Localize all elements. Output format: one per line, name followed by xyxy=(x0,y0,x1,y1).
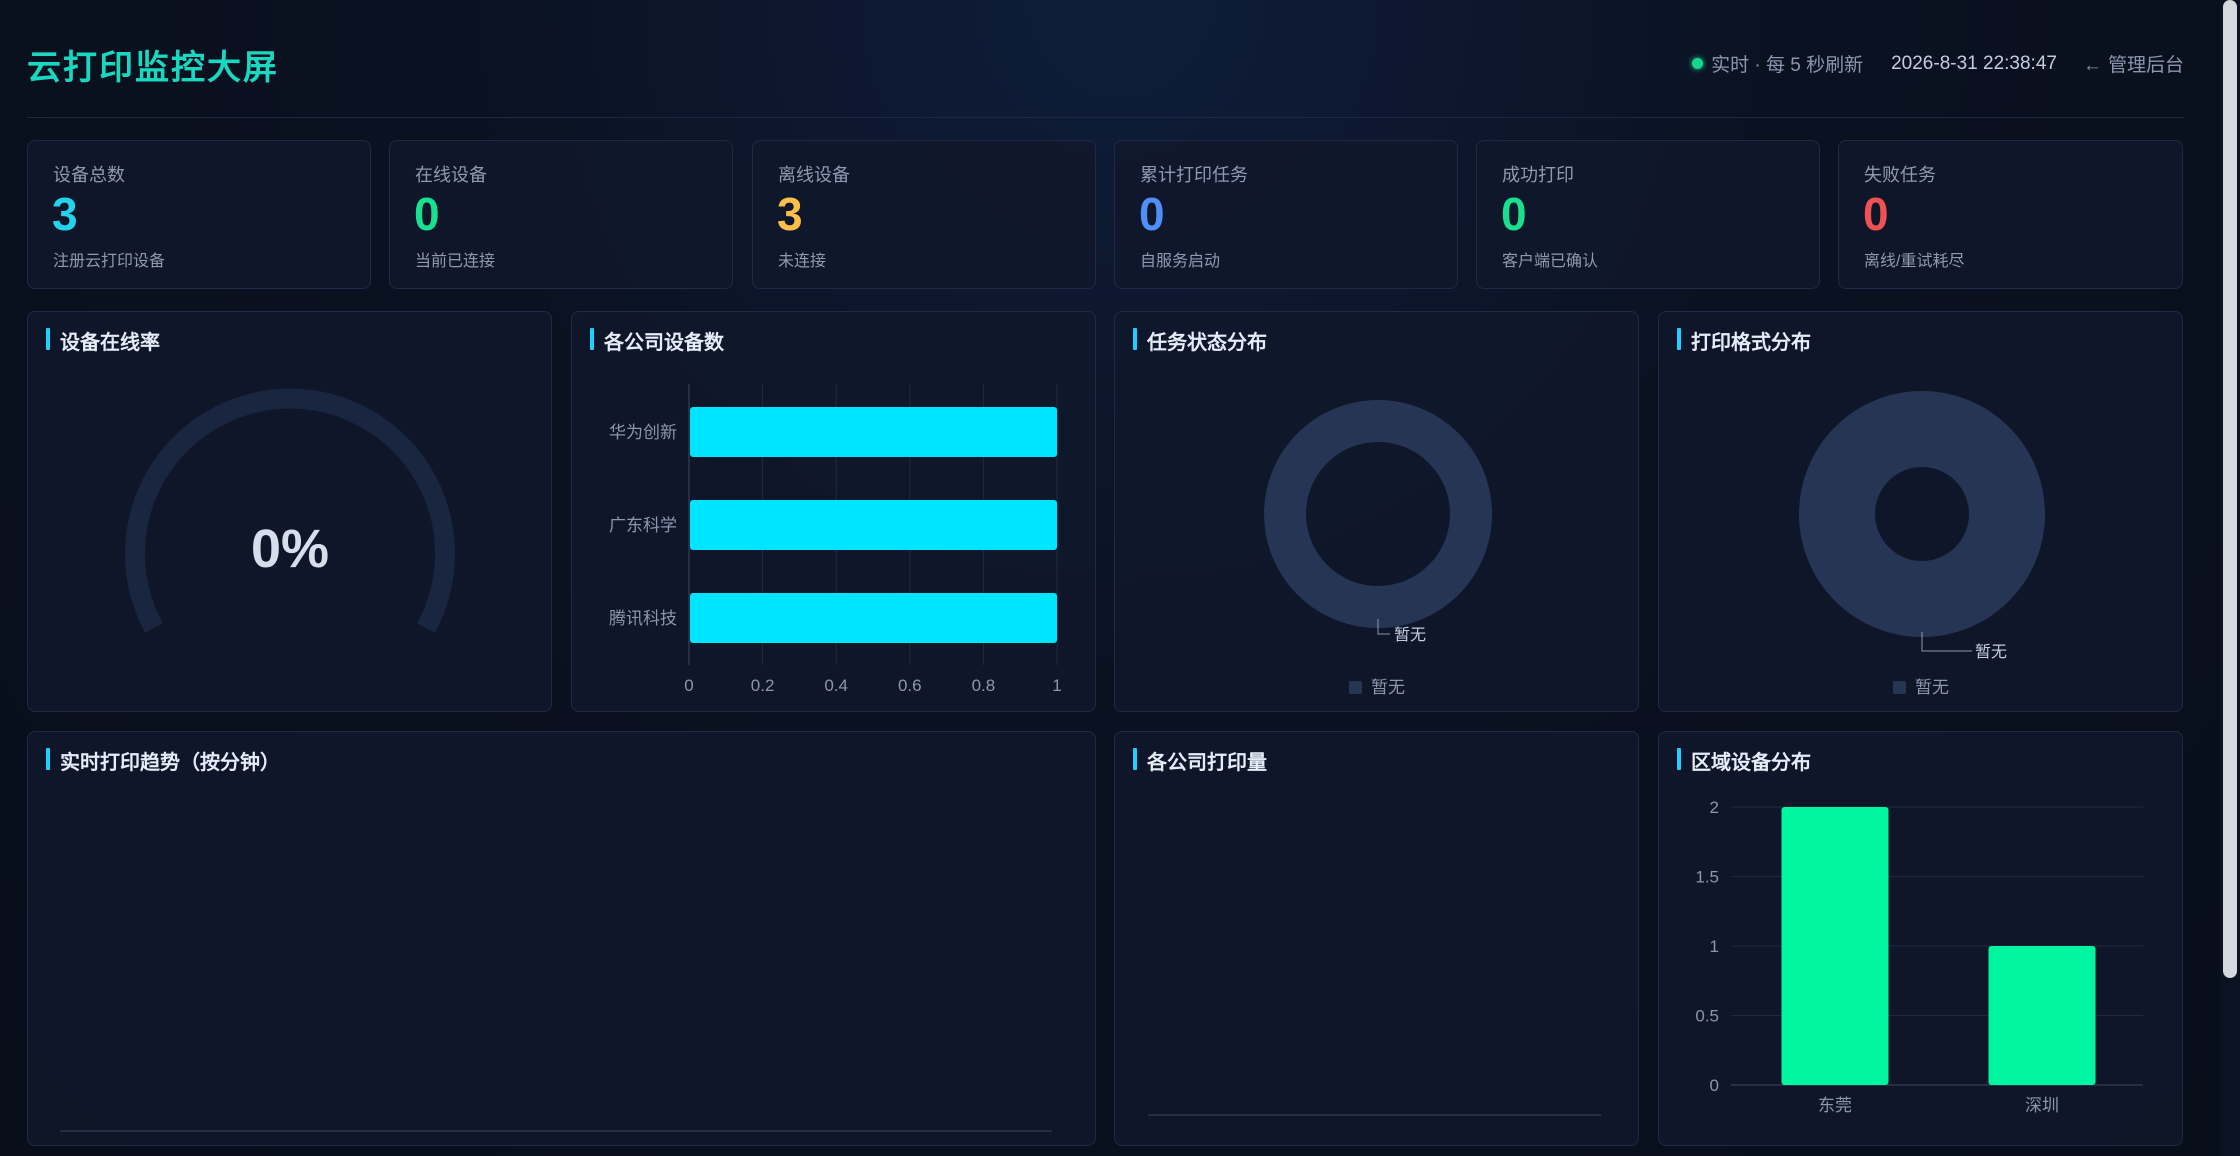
stat-value: 3 xyxy=(777,188,803,240)
x-tick-label: 0.8 xyxy=(972,676,996,695)
y-tick-label: 1 xyxy=(1710,937,1719,956)
region-devices-chart: 0 0.5 1 1.5 2 东莞 深圳 xyxy=(1695,798,2143,1115)
category-label: 东莞 xyxy=(1818,1096,1852,1115)
x-tick-label: 0.2 xyxy=(751,676,775,695)
bar xyxy=(1988,946,2096,1085)
panel-company-prints: 各公司打印量 xyxy=(1114,731,1639,1146)
stat-sub: 离线/重试耗尽 xyxy=(1864,253,1965,270)
panel-realtime-trend: 实时打印趋势（按分钟） xyxy=(27,731,1096,1146)
stat-value: 0 xyxy=(1501,188,1527,240)
stat-label: 在线设备 xyxy=(415,165,487,185)
bar xyxy=(690,500,1057,550)
bar xyxy=(1781,807,1889,1085)
stat-label: 设备总数 xyxy=(53,165,125,185)
online-rate-gauge: 0% xyxy=(125,388,455,633)
stat-card-failed-tasks: 失败任务 0 离线/重试耗尽 xyxy=(1838,140,2183,289)
live-refresh-text: 实时 · 每 5 秒刷新 xyxy=(1711,55,1864,76)
company-devices-chart: 0 0.2 0.4 0.6 0.8 1 华为创新广东科学腾讯科技 xyxy=(609,384,1062,695)
trend-chart xyxy=(60,1130,1052,1132)
x-tick-label: 0.4 xyxy=(824,676,848,695)
x-tick-label: 0 xyxy=(684,676,693,695)
legend-swatch xyxy=(1893,681,1906,694)
panel-company-devices: 各公司设备数 0 0.2 0.4 0.6 0.8 1 华为创新 广东科学 腾讯科技 xyxy=(571,311,1096,712)
donut-empty-label: 暂无 xyxy=(1394,626,1426,644)
arrow-left-icon: ← xyxy=(2082,55,2102,76)
stat-card-total-devices: 设备总数 3 注册云打印设备 xyxy=(27,140,371,289)
stat-value: 3 xyxy=(52,188,78,240)
stat-label: 离线设备 xyxy=(778,165,850,185)
y-tick-label: 1.5 xyxy=(1695,868,1719,887)
legend-label: 暂无 xyxy=(1371,678,1405,697)
bar xyxy=(690,593,1057,643)
stat-card-total-tasks: 累计打印任务 0 自服务启动 xyxy=(1114,140,1458,289)
x-tick-label: 0.6 xyxy=(898,676,922,695)
admin-link-label: 管理后台 xyxy=(2107,55,2184,76)
page-title: 云打印监控大屏 xyxy=(27,49,279,87)
header: 云打印监控大屏 实时 · 每 5 秒刷新 2026-8-31 22:38:47 … xyxy=(27,0,2184,118)
stat-card-success-prints: 成功打印 0 客户端已确认 xyxy=(1476,140,1820,289)
category-label: 华为创新 xyxy=(609,423,677,442)
panel-task-status: 任务状态分布 暂无 暂无 xyxy=(1114,311,1639,712)
header-status-bar: 实时 · 每 5 秒刷新 2026-8-31 22:38:47 ← 管理后台 xyxy=(1692,50,2184,77)
donut-empty-ring xyxy=(1799,391,2045,637)
donut-empty-ring xyxy=(1264,400,1492,628)
category-label: 广东科学 xyxy=(609,516,677,535)
stat-label: 累计打印任务 xyxy=(1140,165,1248,185)
y-tick-label: 0.5 xyxy=(1695,1007,1719,1026)
admin-back-link[interactable]: ← 管理后台 xyxy=(2083,50,2184,77)
panel-region-devices: 区域设备分布 0 0.5 1 1.5 2 东莞 深圳 xyxy=(1658,731,2183,1146)
category-label: 深圳 xyxy=(2025,1096,2059,1115)
y-tick-label: 2 xyxy=(1710,798,1719,817)
current-datetime: 2026-8-31 22:38:47 xyxy=(1891,52,2057,74)
scrollbar-thumb[interactable] xyxy=(2223,0,2237,978)
page-scrollbar[interactable] xyxy=(2220,0,2240,1156)
stat-card-online-devices: 在线设备 0 当前已连接 xyxy=(389,140,733,289)
donut-empty-label: 暂无 xyxy=(1975,643,2007,661)
panel-print-format: 打印格式分布 暂无 暂无 xyxy=(1658,311,2183,712)
stat-value: 0 xyxy=(414,188,440,240)
stat-sub: 注册云打印设备 xyxy=(53,253,166,270)
legend-label: 暂无 xyxy=(1915,678,1949,697)
stat-card-offline-devices: 离线设备 3 未连接 xyxy=(752,140,1096,289)
category-label: 腾讯科技 xyxy=(609,609,677,628)
gauge-value: 0% xyxy=(251,519,329,579)
task-status-donut: 暂无 暂无 xyxy=(1264,400,1492,697)
x-tick-label: 1 xyxy=(1052,676,1061,695)
stat-sub: 当前已连接 xyxy=(415,253,496,270)
live-status-dot-icon xyxy=(1692,58,1704,69)
bar xyxy=(690,407,1057,457)
legend-swatch xyxy=(1349,681,1362,694)
stat-sub: 自服务启动 xyxy=(1140,253,1221,270)
stat-value: 0 xyxy=(1863,188,1889,240)
panel-online-rate: 设备在线率 0% xyxy=(27,311,552,712)
stat-sub: 客户端已确认 xyxy=(1502,253,1599,270)
company-prints-chart xyxy=(1148,1114,1601,1116)
stat-label: 失败任务 xyxy=(1864,165,1936,185)
stat-label: 成功打印 xyxy=(1502,165,1574,185)
gauge-track xyxy=(125,388,455,633)
y-tick-label: 0 xyxy=(1710,1076,1719,1095)
stat-sub: 未连接 xyxy=(778,253,827,270)
print-format-donut: 暂无 暂无 xyxy=(1799,391,2045,697)
stat-value: 0 xyxy=(1139,188,1165,240)
